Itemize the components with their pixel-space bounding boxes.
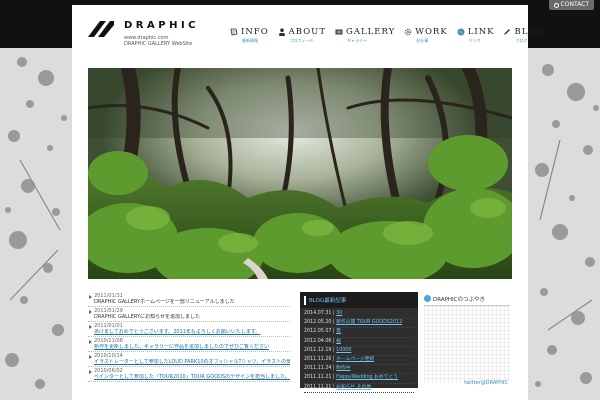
list-item: 2010/06/02 ペインターとして参加した「TOUR2010」TOUR GO… <box>88 367 290 382</box>
list-item: 2010/10/14 イラストレーターとして参加したLOUD PARK10のオフ… <box>88 352 290 367</box>
hero-forest-image <box>88 68 512 279</box>
blog-entry-title[interactable]: HappyWedding おめでとう <box>336 375 398 380</box>
news-link[interactable]: イラストレーターとして参加したLOUD PARK10のオフィシャルTシャツ、イラ… <box>94 359 290 365</box>
news-link[interactable]: あけましておめでとうございます。2011年もよろしくお願いいたします。 <box>94 329 290 335</box>
nav-label: BLOG <box>514 27 545 37</box>
contact-label: CONTACT <box>560 1 589 8</box>
nav-item-work[interactable]: WORK お仕事 <box>404 27 447 51</box>
news-link[interactable]: ペインターとして参加した「TOUR2010」TOUR GOODSのデザインを担当… <box>94 374 290 380</box>
blog-entry-title[interactable]: 桜 <box>336 339 341 344</box>
blog-marker-icon <box>304 295 306 305</box>
blog-panel: BLOG最新記事 2014.07.31 | 30 2012.05.20 | 新作… <box>300 292 418 393</box>
twitter-feed <box>424 306 510 382</box>
nav-label: ABOUT <box>288 27 327 37</box>
nav-item-blog[interactable]: BLOG ブログ <box>503 27 544 51</box>
blog-entry[interactable]: 2012.04.06 | 桜 <box>304 338 414 347</box>
blog-date: 2011.11.26 <box>304 357 332 363</box>
nav-sublabel: ブログ <box>515 38 528 43</box>
blog-entries: 2014.07.31 | 30 2012.05.20 | 新作公開 TOUR G… <box>300 308 418 395</box>
blog-date: 2011.11.24 <box>304 366 332 372</box>
blog-entry[interactable]: 2011.11.26 | ホームページ更新 <box>304 356 414 366</box>
gallery-icon <box>335 29 343 35</box>
globe-icon <box>457 28 465 36</box>
nav-sublabel: 最新情報 <box>242 38 258 43</box>
list-item: 2010/11/08 新作を更新しました。ギャラリーに作品を追加しましたのでぜひ… <box>88 337 290 352</box>
nav-item-info[interactable]: INFO 最新情報 <box>230 27 269 51</box>
nav-sublabel: ギャラリー <box>347 38 368 43</box>
blog-entry[interactable]: 2011.11.24 | 制作中 <box>304 365 414 375</box>
news-list: 2011/01/31 DRAPHIC GALLERYホームページを一部リニューア… <box>88 292 290 382</box>
news-link[interactable]: 新作を更新しました。ギャラリーに作品を追加しましたのでぜひご覧ください <box>94 344 290 350</box>
blog-date: 2011.12.19 <box>304 347 332 353</box>
nav-label: INFO <box>241 27 269 37</box>
list-item: 2011/01/31 DRAPHIC GALLERYホームページを一部リニューア… <box>88 292 290 307</box>
twitter-title: DRAPHICのつぶやき <box>433 296 486 303</box>
nav-sublabel: プロフィール <box>289 38 314 43</box>
blog-entry-title[interactable]: 10000 <box>336 348 351 353</box>
logo-subtext: www.draphic.com DRAPHIC GALLERY WebSite <box>124 35 192 47</box>
blog-date: 2012.05.07 <box>304 329 332 335</box>
blog-entry[interactable]: 2012.05.20 | 新作公開 TOUR GOODS2012 <box>304 319 414 329</box>
contact-icon <box>553 2 559 8</box>
logo-mark-icon <box>88 21 114 37</box>
blog-entry-title[interactable]: 夏 <box>336 329 341 334</box>
news-text: DRAPHIC GALLERYホームページを一部リニューアルしました <box>94 299 235 305</box>
nav-sublabel: リンク <box>468 38 481 43</box>
logo-tagline: DRAPHIC GALLERY WebSite <box>124 41 193 47</box>
twitter-header: DRAPHICのつぶやき <box>424 292 510 306</box>
twitter-bird-icon <box>424 295 431 302</box>
blog-entry-title[interactable]: ホームページ更新 <box>336 357 374 362</box>
person-icon <box>278 28 285 36</box>
news-text: DRAPHIC GALLERYにお知らせを追加しました <box>94 314 201 320</box>
contact-button[interactable]: CONTACT <box>548 0 594 10</box>
page-container: DRAPHIC www.draphic.com DRAPHIC GALLERY … <box>72 5 543 400</box>
blog-entry[interactable]: 2014.07.31 | 30 <box>304 310 414 320</box>
nav-label: GALLERY <box>346 27 396 37</box>
logo-word: DRAPHIC <box>124 20 199 31</box>
info-icon <box>230 28 238 36</box>
blog-header: BLOG最新記事 <box>300 292 418 308</box>
nav-item-gallery[interactable]: GALLERY ギャラリー <box>335 27 395 51</box>
blog-date: 2011.11.21 <box>304 375 332 381</box>
blog-title: BLOG最新記事 <box>309 298 347 304</box>
blog-date: 2012.05.20 <box>304 320 332 326</box>
nav-sublabel: お仕事 <box>416 38 429 43</box>
blog-entry[interactable]: 2012.05.07 | 夏 <box>304 328 414 338</box>
blog-entry[interactable]: 2011.12.19 | 10000 <box>304 347 414 357</box>
blog-date: 2011.11.21 <box>304 384 332 390</box>
blog-date: 2012.04.06 <box>304 338 332 344</box>
blog-entry-title[interactable]: 新作公開 TOUR GOODS2012 <box>336 320 402 325</box>
blog-entry-title[interactable]: 30 <box>336 311 342 316</box>
nav-item-link[interactable]: LINK リンク <box>457 27 495 51</box>
main-nav: INFO 最新情報 ABOUT プロフィール GALLERY ギャラリー WOR… <box>230 27 544 51</box>
gear-icon <box>404 28 412 36</box>
site-logo[interactable]: DRAPHIC www.draphic.com DRAPHIC GALLERY … <box>86 19 206 51</box>
blog-entry-title[interactable]: 制作中 <box>336 366 350 371</box>
nav-label: WORK <box>415 27 448 37</box>
blog-entry-title[interactable]: お知らせ その他 <box>336 385 371 390</box>
twitter-link[interactable]: twitter@DRAPHIC <box>464 380 508 386</box>
blog-entry[interactable]: 2011.11.21 | HappyWedding おめでとう <box>304 374 414 384</box>
twitter-widget: DRAPHICのつぶやき twitter@DRAPHIC <box>424 292 510 388</box>
blog-entry[interactable]: 2011.11.21 | お知らせ その他 <box>304 384 414 393</box>
nav-item-about[interactable]: ABOUT プロフィール <box>278 27 326 51</box>
nav-label: LINK <box>467 27 495 37</box>
list-item: 2011/01/29 DRAPHIC GALLERYにお知らせを追加しました <box>88 307 290 322</box>
pen-icon <box>504 29 511 35</box>
list-item: 2011/01/01 あけましておめでとうございます。2011年もよろしくお願い… <box>88 322 290 337</box>
blog-date: 2014.07.31 <box>304 311 332 316</box>
